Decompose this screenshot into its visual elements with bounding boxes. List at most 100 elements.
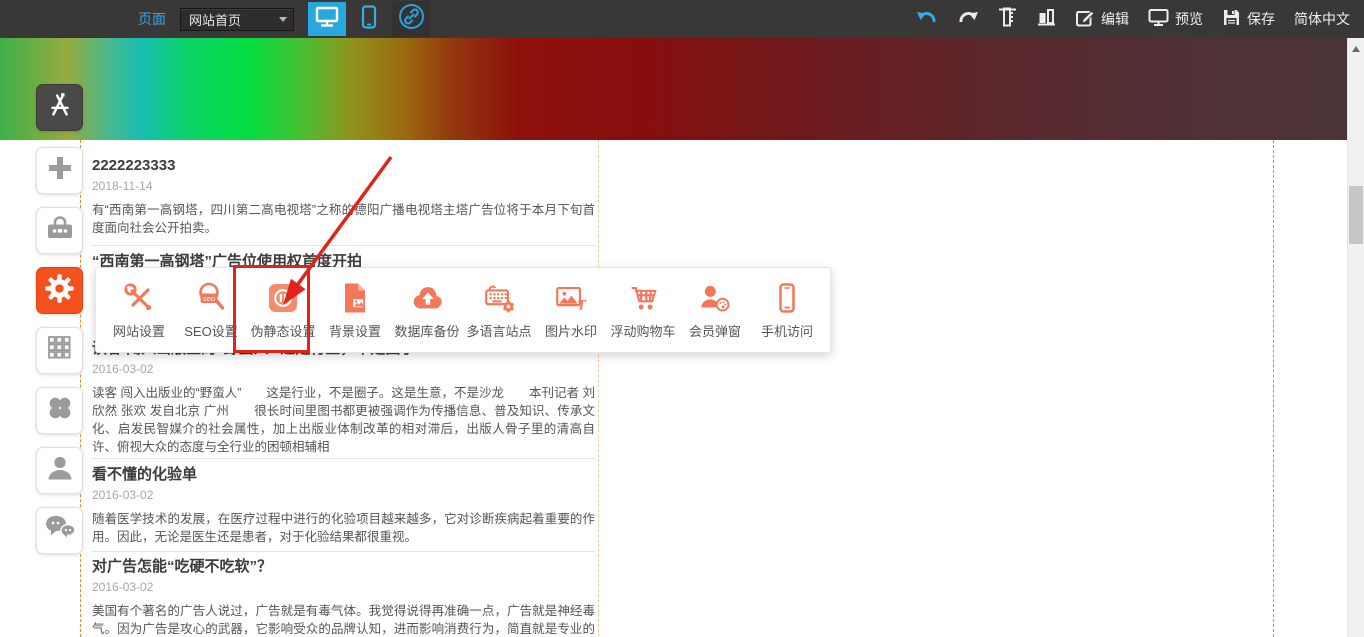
- article: 2222223333 2018-11-14 有“西南第一高钢塔，四川第二高电视塔”之…: [92, 157, 595, 237]
- guide-line-content: [598, 140, 599, 637]
- add-icon: [45, 153, 75, 188]
- sidebar-item-member[interactable]: [36, 447, 83, 494]
- language-switcher[interactable]: 简体中文: [1294, 9, 1350, 29]
- modules-icon: [45, 393, 75, 428]
- article-date: 2018-11-14: [92, 179, 595, 194]
- ruler-button[interactable]: [998, 7, 1018, 32]
- article: 读客 闯入出版业的“野蛮人” 这是行业，不是圈子2016-03-02读客 闯入出…: [92, 340, 595, 456]
- menu-item-mobile-access[interactable]: 手机访问: [752, 280, 822, 340]
- guide-line-right: [1273, 140, 1274, 637]
- chat-icon: [43, 513, 77, 548]
- mobile-preview-icon: [360, 5, 378, 34]
- page-dropdown[interactable]: 网站首页: [180, 8, 294, 31]
- seo-settings-icon: seo: [193, 280, 229, 316]
- menu-item-label: 多语言站点: [466, 321, 531, 340]
- article: 看不懂的化验单 2016-03-02 随着医学技术的发展，在医疗过程中进行的化验项目…: [92, 466, 595, 546]
- multilanguage-site-icon: [481, 280, 517, 316]
- chevron-down-icon: [273, 9, 293, 30]
- save-label: 保存: [1247, 9, 1275, 29]
- article-title: 2222223333: [92, 157, 595, 174]
- article-body: 读客 闯入出版业的“野蛮人” 这是行业，不是圈子。这是生意，不是沙龙 本刊记者 …: [92, 384, 595, 456]
- preview-monitor-icon: [1148, 8, 1169, 30]
- background-settings-icon: [337, 280, 373, 316]
- menu-item-label: 浮动购物车: [610, 321, 675, 340]
- edit-icon: [1075, 8, 1095, 31]
- scrollbar-up-arrow-icon[interactable]: [1352, 46, 1360, 52]
- svg-text:T: T: [577, 297, 587, 313]
- menu-item-site-settings[interactable]: 网站设置: [104, 280, 174, 340]
- site-settings-icon: [121, 280, 157, 316]
- link-button[interactable]: [392, 1, 430, 37]
- member-icon: [45, 453, 75, 488]
- image-watermark-icon: T: [553, 280, 589, 316]
- mobile-access-icon: [769, 280, 805, 316]
- floating-cart-icon: [625, 280, 661, 316]
- page-dropdown-value: 网站首页: [181, 10, 273, 29]
- menu-item-label: 手机访问: [761, 321, 813, 340]
- mobile-view-button[interactable]: [360, 5, 378, 34]
- undo-icon: [916, 9, 938, 30]
- menu-item-label: 伪静态设置: [250, 321, 315, 340]
- menu-item-rewrite-settings[interactable]: 伪静态设置: [248, 280, 318, 340]
- ruler-icon: [998, 7, 1018, 32]
- undo-button[interactable]: [916, 9, 938, 30]
- desktop-icon: [314, 5, 340, 34]
- menu-item-label: 数据库备份: [394, 321, 459, 340]
- article-date: 2016-03-02: [92, 362, 595, 377]
- article-divider: [92, 458, 595, 459]
- settings-popup: 网站设置 seo SEO设置 伪静态设置 背景设置 数据库备份 多语言站点 T 图片…: [95, 267, 831, 353]
- menu-item-database-backup[interactable]: 数据库备份: [392, 280, 462, 340]
- svg-text:seo: seo: [203, 294, 215, 303]
- scrollbar-thumb[interactable]: [1349, 186, 1363, 244]
- redo-icon: [957, 9, 979, 30]
- article: 对广告怎能“吃硬不吃软”？2016-03-02美国有个著名的广告人说过，广告就是…: [92, 558, 595, 637]
- menu-item-label: 网站设置: [113, 321, 165, 340]
- menu-item-label: 背景设置: [329, 321, 381, 340]
- rewrite-settings-icon: [265, 280, 301, 316]
- article-body: 有“西南第一高钢塔，四川第二高电视塔”之称的德阳广播电视塔主塔广告位将于本月下旬…: [92, 201, 595, 237]
- save-button[interactable]: 保存: [1222, 8, 1275, 30]
- menu-item-multilanguage-site[interactable]: 多语言站点: [464, 280, 534, 340]
- settings-gear-icon: [43, 272, 76, 310]
- sidebar-item-app-store[interactable]: [36, 84, 83, 131]
- member-popup-icon: [697, 280, 733, 316]
- scrollbar[interactable]: [1347, 38, 1364, 637]
- database-backup-icon: [409, 280, 445, 316]
- article-date: 2016-03-02: [92, 488, 595, 503]
- menu-item-floating-cart[interactable]: 浮动购物车: [608, 280, 678, 340]
- topbar: 页面 网站首页: [0, 0, 1364, 38]
- menu-item-image-watermark[interactable]: T 图片水印: [536, 280, 606, 340]
- menu-item-background-settings[interactable]: 背景设置: [320, 280, 390, 340]
- app-store-icon: [43, 88, 77, 127]
- article-body: 随着医学技术的发展，在医疗过程中进行的化验项目越来越多，它对诊断疾病起着重要的作…: [92, 510, 595, 546]
- grid-icon: [45, 333, 75, 368]
- stats-icon: [1037, 8, 1056, 31]
- article-body: 美国有个著名的广告人说过，广告就是有毒气体。我觉得说得再准确一点，广告就是神经毒…: [92, 602, 595, 637]
- edit-label: 编辑: [1101, 9, 1129, 29]
- article-divider: [92, 245, 595, 246]
- desktop-view-button[interactable]: [308, 2, 346, 36]
- stats-button[interactable]: [1037, 8, 1056, 31]
- article-divider: [92, 551, 595, 552]
- site-banner-gradient: [0, 38, 1347, 140]
- edit-button[interactable]: 编辑: [1075, 8, 1129, 31]
- menu-item-member-popup[interactable]: 会员弹窗: [680, 280, 750, 340]
- sidebar-item-settings-gear[interactable]: [36, 267, 83, 314]
- sidebar-item-modules[interactable]: [36, 387, 83, 434]
- preview-label: 预览: [1175, 9, 1203, 29]
- link-icon: [398, 3, 425, 35]
- menu-item-seo-settings[interactable]: seo SEO设置: [176, 280, 246, 340]
- article-title: 看不懂的化验单: [92, 466, 595, 483]
- sidebar-item-grid[interactable]: [36, 327, 83, 374]
- sidebar-item-toolbox[interactable]: [36, 207, 83, 254]
- sidebar-item-chat[interactable]: [36, 507, 83, 554]
- article-title: 对广告怎能“吃硬不吃软”？: [92, 558, 595, 575]
- page-label: 页面: [138, 9, 166, 29]
- editor-stage: 2222223333 2018-11-14 有“西南第一高钢塔，四川第二高电视塔”之…: [0, 0, 1364, 637]
- sidebar-item-add[interactable]: [36, 147, 83, 194]
- menu-item-label: 会员弹窗: [689, 321, 741, 340]
- preview-button[interactable]: 预览: [1148, 8, 1203, 30]
- toolbox-icon: [44, 213, 76, 248]
- redo-button[interactable]: [957, 9, 979, 30]
- menu-item-label: 图片水印: [545, 321, 597, 340]
